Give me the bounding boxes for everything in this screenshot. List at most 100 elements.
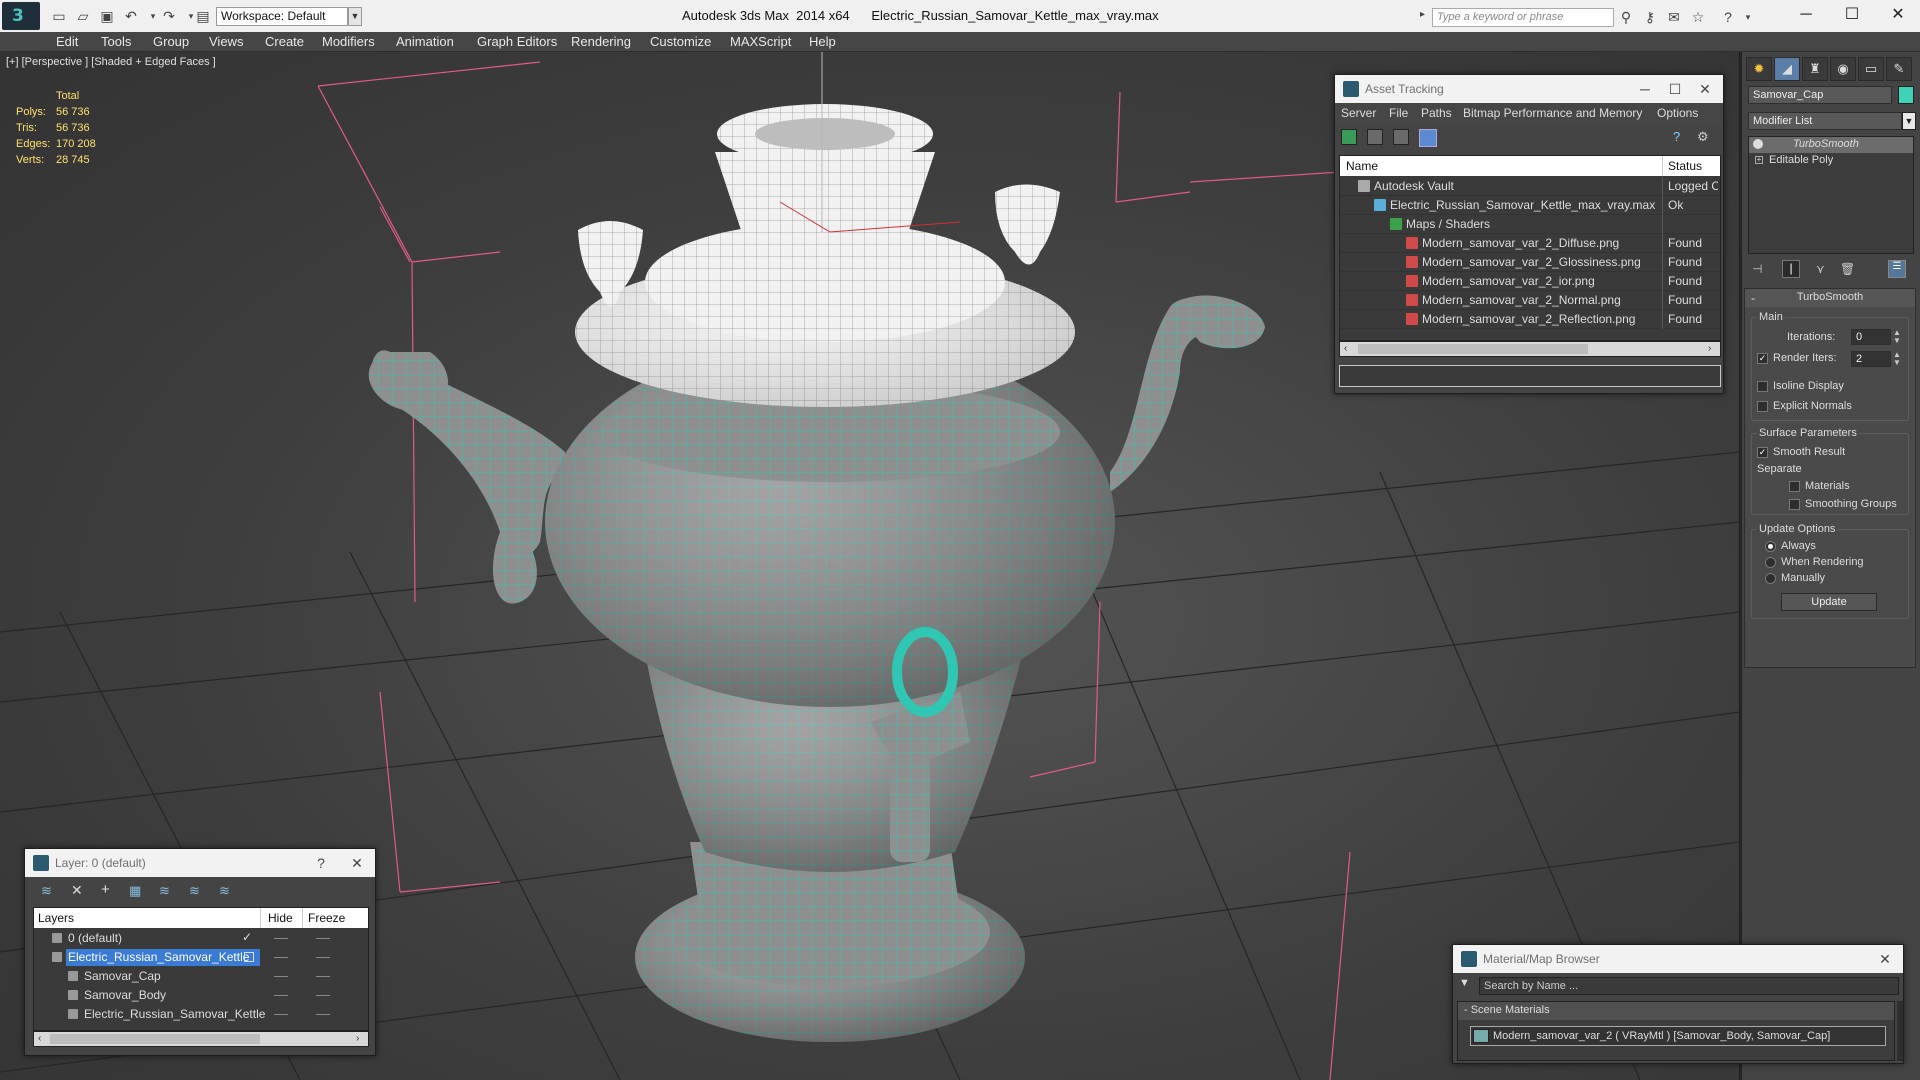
table-view-icon[interactable] — [1419, 129, 1437, 147]
scroll-right-icon[interactable]: › — [1708, 343, 1711, 354]
hide-toggle[interactable] — [274, 1014, 288, 1015]
col-status-header[interactable]: Status — [1668, 159, 1702, 173]
asset-row[interactable]: Modern_samovar_var_2_Reflection.png Found — [1340, 310, 1720, 329]
menu-modifiers[interactable]: Modifiers — [322, 32, 375, 52]
settings-icon[interactable]: ⚙ — [1697, 129, 1713, 145]
stack-item-turbosmooth[interactable]: TurboSmooth — [1749, 137, 1913, 153]
undo-icon[interactable]: ↶ — [122, 8, 140, 24]
maximize-icon[interactable]: ☐ — [1830, 4, 1874, 26]
col-name-header[interactable]: Name — [1346, 159, 1378, 173]
scroll-right-icon[interactable]: › — [356, 1033, 359, 1044]
maximize-icon[interactable]: ☐ — [1661, 79, 1689, 99]
create-layer-icon[interactable]: ≋ — [41, 883, 52, 899]
explicit-normals-checkbox[interactable] — [1757, 401, 1768, 412]
asset-menu-file[interactable]: File — [1389, 106, 1408, 120]
add-to-layer-icon[interactable]: + — [101, 881, 110, 898]
scroll-thumb[interactable] — [50, 1034, 260, 1044]
stack-item-editable-poly[interactable]: + Editable Poly — [1749, 153, 1913, 169]
browser-options-icon[interactable]: ▼ — [1459, 977, 1475, 993]
render-iters-checkbox[interactable]: ✓ — [1757, 353, 1768, 364]
close-icon[interactable]: ✕ — [1871, 949, 1899, 969]
remove-modifier-icon[interactable]: 🗑 — [1840, 262, 1855, 276]
chevron-down-icon[interactable]: ▼ — [348, 7, 362, 26]
set-current-layer-box[interactable] — [244, 952, 254, 962]
pin-stack-icon[interactable]: ⊣ — [1752, 262, 1762, 276]
material-item[interactable]: Modern_samovar_var_2 ( VRayMtl ) [Samova… — [1470, 1026, 1886, 1046]
isoline-display-checkbox[interactable] — [1757, 381, 1768, 392]
rollout-header[interactable]: - TurboSmooth — [1745, 289, 1915, 307]
favorites-star-icon[interactable]: ☆ — [1688, 8, 1708, 26]
current-layer-check-icon[interactable]: ✓ — [242, 930, 252, 944]
col-layers-header[interactable]: Layers — [38, 911, 74, 925]
smooth-result-checkbox[interactable]: ✓ — [1757, 447, 1768, 458]
col-freeze-header[interactable]: Freeze — [308, 911, 345, 925]
communication-center-icon[interactable]: ✉ — [1664, 8, 1684, 26]
freeze-toggle[interactable] — [316, 957, 330, 958]
materials-checkbox[interactable] — [1789, 481, 1800, 492]
chevron-down-icon[interactable]: ▼ — [1902, 112, 1916, 130]
menu-tools[interactable]: Tools — [101, 32, 131, 52]
delete-layer-icon[interactable]: ✕ — [71, 882, 83, 899]
help-icon[interactable]: ? — [307, 853, 335, 873]
layer-row[interactable]: Samovar_Body — [34, 986, 368, 1005]
freeze-toggle[interactable] — [316, 976, 330, 977]
close-icon[interactable]: ✕ — [1691, 79, 1719, 99]
freeze-toggle[interactable] — [316, 1014, 330, 1015]
freeze-all-icon[interactable]: ≋ — [219, 883, 230, 899]
material-browser-titlebar[interactable]: Material/Map Browser ✕ — [1453, 945, 1903, 973]
asset-menu-bitmap[interactable]: Bitmap Performance and Memory — [1463, 106, 1642, 120]
update-button[interactable]: Update — [1781, 593, 1877, 611]
object-name-field[interactable]: Samovar_Cap — [1748, 86, 1892, 104]
minimize-icon[interactable]: ─ — [1784, 4, 1828, 26]
asset-horizontal-scrollbar[interactable]: ‹ › — [1339, 341, 1721, 357]
highlight-layer-icon[interactable]: ≋ — [159, 883, 170, 899]
asset-menu-server[interactable]: Server — [1341, 106, 1376, 120]
select-objects-icon[interactable]: ▦ — [129, 883, 141, 899]
menu-rendering[interactable]: Rendering — [571, 32, 631, 52]
hide-all-icon[interactable]: ≋ — [189, 883, 200, 899]
asset-row[interactable]: Modern_samovar_var_2_Glossiness.png Found — [1340, 253, 1720, 272]
asset-row[interactable]: Autodesk Vault Logged O — [1340, 177, 1720, 196]
modifier-list-dropdown[interactable]: Modifier List — [1748, 112, 1902, 130]
refresh-icon[interactable] — [1341, 129, 1357, 145]
configure-modifier-sets-icon[interactable]: ☰ — [1888, 260, 1906, 278]
display-tab-icon[interactable]: ▭ — [1858, 57, 1884, 81]
freeze-toggle[interactable] — [316, 995, 330, 996]
list-view-icon[interactable] — [1367, 129, 1383, 145]
object-color-swatch[interactable] — [1898, 86, 1914, 104]
close-icon[interactable]: ✕ — [1876, 4, 1920, 26]
menu-maxscript[interactable]: MAXScript — [730, 32, 791, 52]
menu-customize[interactable]: Customize — [650, 32, 711, 52]
hide-toggle[interactable] — [274, 995, 288, 996]
menu-views[interactable]: Views — [209, 32, 243, 52]
scene-materials-section[interactable]: - Scene Materials — [1458, 1002, 1894, 1020]
hierarchy-tab-icon[interactable]: ♜ — [1802, 57, 1828, 81]
when-rendering-radio[interactable] — [1765, 557, 1776, 568]
manually-radio[interactable] — [1765, 573, 1776, 584]
asset-row[interactable]: Electric_Russian_Samovar_Kettle_max_vray… — [1340, 196, 1720, 215]
expand-icon[interactable]: + — [1755, 156, 1763, 164]
save-file-icon[interactable]: ▣ — [98, 8, 116, 24]
menu-group[interactable]: Group — [153, 32, 189, 52]
layer-row[interactable]: Samovar_Cap — [34, 967, 368, 986]
layer-row[interactable]: 0 (default) ✓ — [34, 929, 368, 948]
col-hide-header[interactable]: Hide — [268, 911, 293, 925]
scroll-thumb[interactable] — [1358, 344, 1588, 354]
help-dropdown-icon[interactable]: ▾ — [1738, 8, 1758, 26]
scroll-left-icon[interactable]: ‹ — [1344, 343, 1347, 354]
thumbnail-view-icon[interactable] — [1393, 129, 1409, 145]
asset-menu-options[interactable]: Options — [1657, 106, 1698, 120]
lightbulb-icon[interactable] — [1753, 139, 1763, 149]
iterations-spinner[interactable]: ▲ ▼ — [1893, 329, 1901, 345]
help-icon[interactable]: ? — [1718, 8, 1738, 26]
minimize-icon[interactable]: ─ — [1631, 79, 1659, 99]
binoculars-icon[interactable]: ⚲ — [1616, 8, 1636, 26]
motion-tab-icon[interactable]: ◉ — [1830, 57, 1856, 81]
hide-toggle[interactable] — [274, 957, 288, 958]
search-expand-icon[interactable]: ▸ — [1420, 9, 1430, 25]
asset-menu-paths[interactable]: Paths — [1421, 106, 1452, 120]
menu-help[interactable]: Help — [809, 32, 836, 52]
menu-edit[interactable]: Edit — [56, 32, 78, 52]
menu-create[interactable]: Create — [265, 32, 304, 52]
project-folder-icon[interactable]: ▤ — [194, 8, 212, 24]
